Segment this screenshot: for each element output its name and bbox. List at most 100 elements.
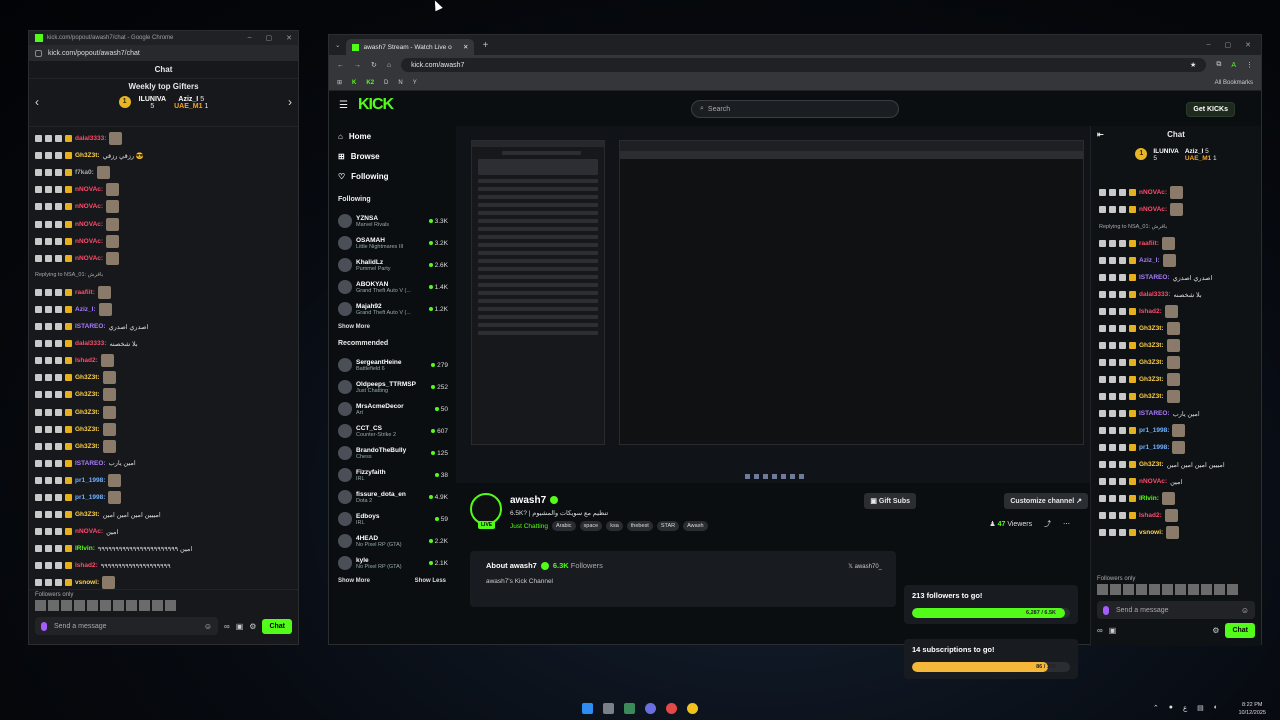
category-link[interactable]: Just Chatting (510, 523, 548, 530)
volume-icon[interactable]: ◐ (1214, 704, 1218, 712)
new-tab-button[interactable]: + (482, 40, 488, 51)
chat-username[interactable]: nNOVAc: (75, 528, 103, 535)
kicks-icon[interactable]: ∞ (1097, 626, 1103, 635)
chat-username[interactable]: Aziz_I: (1139, 257, 1160, 264)
sidebar-item-browse[interactable]: ⊞ Browse (338, 146, 456, 166)
chat-username[interactable]: nNOVAc: (75, 186, 103, 193)
mic-tray-icon[interactable]: ● (1169, 704, 1173, 712)
chat-username[interactable]: nNOVAc: (75, 238, 103, 245)
channel-item[interactable]: Edboys IRL 59 (338, 508, 456, 530)
minimize-button[interactable]: – (1207, 41, 1211, 49)
settings-icon[interactable]: ⚙ (249, 622, 256, 631)
kick-logo[interactable]: KICK (358, 96, 394, 114)
forward-icon[interactable]: → (354, 62, 361, 69)
chat-username[interactable]: dalal3333: (75, 340, 106, 347)
terminal-icon[interactable] (624, 702, 635, 714)
chat-username[interactable]: Ishad2: (1139, 308, 1162, 315)
back-icon[interactable]: ← (337, 62, 344, 69)
channel-item[interactable]: kyle No Pixel RP (GTA) 2.1K (338, 552, 456, 574)
show-more-recommended[interactable]: Show More (338, 578, 370, 584)
x-social-link[interactable]: 𝕏 awash70_ (848, 563, 882, 570)
all-bookmarks[interactable]: All Bookmarks (1215, 80, 1253, 86)
bookmark-item[interactable]: K2 (366, 80, 374, 86)
sidebar-item-home[interactable]: ⌂ Home (338, 126, 456, 146)
stream-chat-list[interactable]: nNOVAc: nNOVAc: Replying to NSA_01: باقرش r… (1091, 184, 1261, 541)
chat-username[interactable]: pr1_1998: (75, 477, 105, 484)
hamburger-menu-icon[interactable]: ☰ (339, 100, 348, 111)
customize-channel-button[interactable]: Customize channel ↗ (1004, 493, 1088, 509)
gifter-name[interactable]: Aziz_I (1185, 148, 1203, 155)
chat-username[interactable]: nNOVAc: (75, 203, 103, 210)
stream-tag[interactable]: thebest (626, 521, 653, 531)
tab-awash7[interactable]: awash7 Stream - Watch Live o ✕ (346, 39, 475, 55)
chat-username[interactable]: Gh3Z3t: (75, 152, 100, 159)
chat-username[interactable]: ISTAREO: (1139, 410, 1170, 417)
chat-username[interactable]: Gh3Z3t: (75, 443, 100, 450)
channel-item[interactable]: YZNSA Marvel Rivals 3.3K (338, 210, 456, 232)
chat-username[interactable]: Ishad2: (75, 357, 98, 364)
popout-chat-list[interactable]: dalal3333: Gh3Z3t: رزقي رزقي 😎 f7ka0: nNOVAc… (29, 127, 298, 595)
get-kicks-button[interactable]: Get KICKs (1186, 102, 1235, 117)
reload-icon[interactable]: ↻ (371, 61, 377, 69)
search-input[interactable]: ⌕ Search (691, 100, 899, 118)
mic-icon[interactable] (1103, 605, 1109, 615)
chat-username[interactable]: nNOVAc: (75, 221, 103, 228)
chat-username[interactable]: Aziz_I: (75, 306, 96, 313)
chat-username[interactable]: nNOVAc: (75, 255, 103, 262)
chat-username[interactable]: Gh3Z3t: (75, 511, 100, 518)
site-info-icon[interactable] (35, 49, 42, 57)
chat-username[interactable]: Gh3Z3t: (75, 426, 100, 433)
stream-tag[interactable]: Arabic (551, 521, 576, 531)
menu-icon[interactable]: ⋮ (1246, 61, 1253, 69)
emote-row[interactable] (1091, 584, 1261, 595)
chat-username[interactable]: raafiit: (75, 289, 95, 296)
chat-username[interactable]: dalal3333: (1139, 291, 1170, 298)
bookmark-star-icon[interactable]: ★ (1190, 61, 1196, 69)
apps-icon[interactable]: ⊞ (337, 79, 342, 86)
tray-chevron-icon[interactable]: ⌃ (1153, 704, 1159, 712)
gifter-name[interactable]: UAE_M1 (1185, 155, 1211, 162)
stream-tag[interactable]: STAR (656, 521, 680, 531)
popout-message-input[interactable]: Send a message ☺ (35, 617, 218, 635)
channel-item[interactable]: Oldpeeps_TTRMSP Just Chatting 252 (338, 376, 456, 398)
profile-icon[interactable]: A (1231, 62, 1236, 69)
channel-item[interactable]: Majah92 Grand Theft Auto V (... 1.2K (338, 298, 456, 320)
close-button[interactable]: ✕ (286, 34, 292, 42)
mic-icon[interactable] (41, 621, 47, 631)
bookmark-item[interactable]: K (352, 80, 356, 86)
collapse-chat-icon[interactable]: ⇤ (1097, 126, 1104, 144)
app-icon[interactable] (666, 702, 677, 714)
channel-item[interactable]: OSAMAH Little Nightmares III 3.2K (338, 232, 456, 254)
chat-username[interactable]: Gh3Z3t: (1139, 461, 1164, 468)
channel-item[interactable]: BrandoTheBully Chess 125 (338, 442, 456, 464)
extensions-icon[interactable]: ⧉ (1216, 61, 1221, 69)
chat-username[interactable]: f7ka0: (75, 169, 94, 176)
bookmark-item[interactable]: N (398, 80, 402, 86)
share-icon[interactable]: ⤴ (1044, 521, 1051, 528)
address-field[interactable]: kick.com/awash7 ★ (401, 58, 1207, 72)
channel-item[interactable]: CCT_CS Counter-Strike 2 607 (338, 420, 456, 442)
channel-item[interactable]: KhalidLz Pummel Party 2.6K (338, 254, 456, 276)
home-icon[interactable]: ⌂ (387, 62, 391, 69)
emote-row[interactable] (29, 600, 298, 611)
kicks-icon[interactable]: ∞ (224, 622, 230, 631)
chat-username[interactable]: pr1_1998: (75, 494, 105, 501)
tab-close-icon[interactable]: ✕ (463, 43, 468, 51)
chat-username[interactable]: nNOVAc: (1139, 189, 1167, 196)
popout-chat-button[interactable]: Chat (262, 618, 292, 634)
bookmark-item[interactable]: D (384, 80, 388, 86)
chat-username[interactable]: Gh3Z3t: (1139, 376, 1164, 383)
gifter-name[interactable]: UAE_M1 (174, 103, 202, 110)
channel-item[interactable]: fissure_dota_en Dota 2 4.9K (338, 486, 456, 508)
show-less-button[interactable]: Show Less (415, 578, 446, 584)
chat-username[interactable]: Gh3Z3t: (1139, 359, 1164, 366)
sidebar-item-following[interactable]: ♡ Following (338, 166, 456, 186)
stream-tag[interactable]: ksa (606, 521, 623, 531)
streamer-name[interactable]: awash7 (510, 495, 546, 506)
chat-username[interactable]: vsnowi: (1139, 529, 1163, 536)
chat-username[interactable]: dalal3333: (75, 135, 106, 142)
language-indicator[interactable]: ع (1183, 704, 1187, 712)
chat-username[interactable]: Gh3Z3t: (1139, 342, 1164, 349)
video-player[interactable] (456, 126, 1092, 483)
network-icon[interactable]: ▤ (1197, 704, 1204, 712)
